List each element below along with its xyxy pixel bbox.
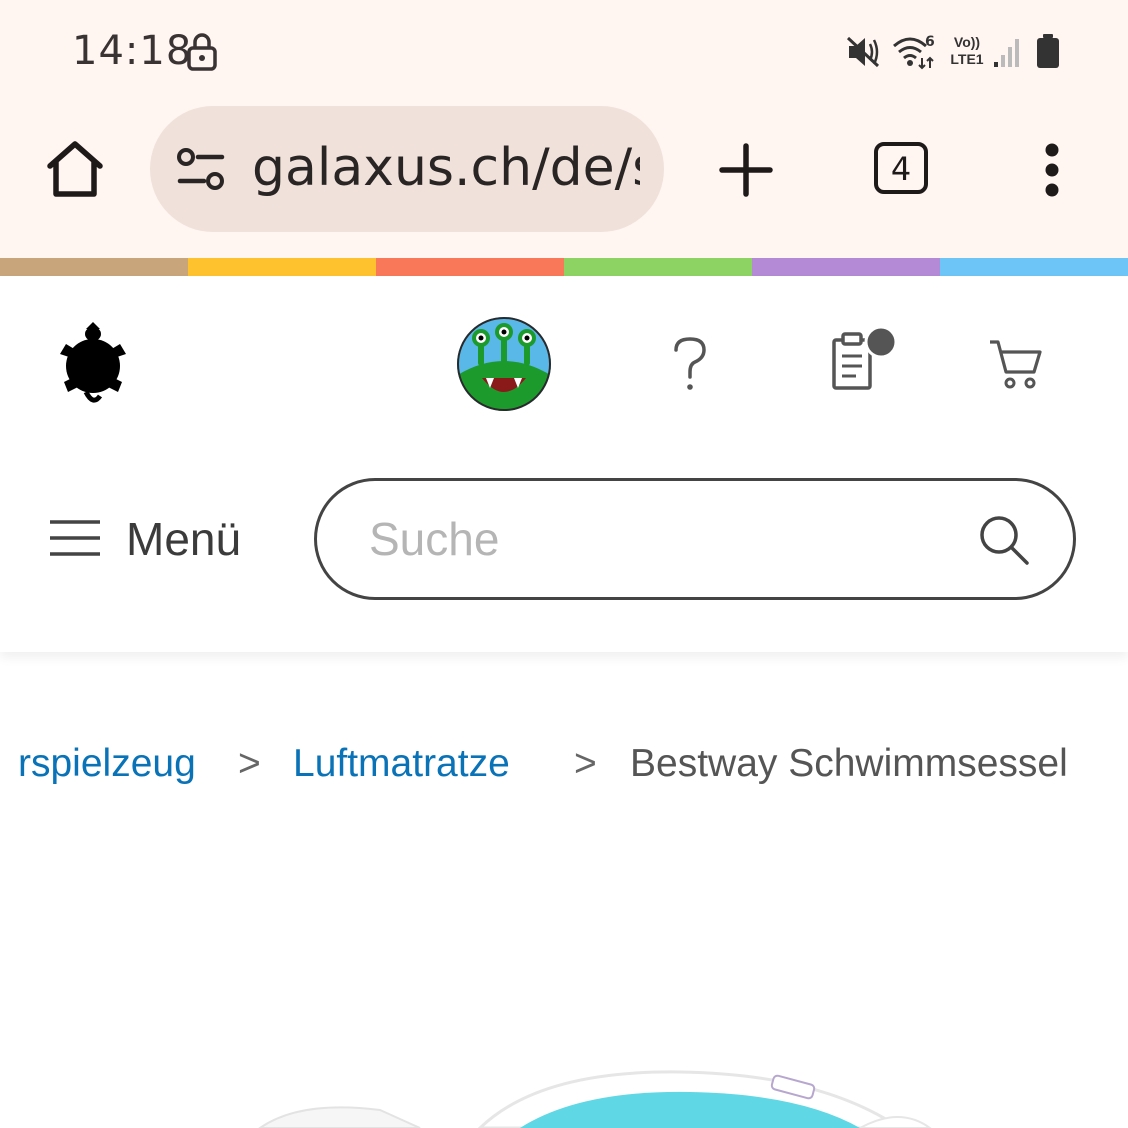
clipboard-icon[interactable] bbox=[830, 326, 900, 392]
monster-avatar-icon[interactable] bbox=[456, 316, 552, 412]
color-strip bbox=[0, 258, 1128, 276]
strip-segment bbox=[940, 258, 1128, 276]
status-time: 14:18 bbox=[72, 28, 193, 74]
breadcrumb-item-current: Bestway Schwimmsessel bbox=[630, 742, 1068, 785]
search-input[interactable] bbox=[369, 507, 929, 571]
lock-icon bbox=[187, 33, 217, 71]
breadcrumb-item-category[interactable]: rspielzeug bbox=[18, 738, 196, 790]
new-tab-icon[interactable] bbox=[718, 142, 774, 198]
breadcrumb-separator: > bbox=[574, 742, 597, 785]
volte-label: Vo)) bbox=[953, 34, 981, 50]
wifi-6-icon: 6 bbox=[893, 34, 935, 70]
home-icon[interactable] bbox=[44, 138, 106, 200]
product-image[interactable] bbox=[0, 1040, 1128, 1128]
svg-text:6: 6 bbox=[925, 34, 935, 50]
breadcrumb-separator: > bbox=[238, 742, 261, 785]
lte-label: LTE1 bbox=[950, 51, 984, 67]
strip-segment bbox=[564, 258, 752, 276]
more-menu-icon[interactable] bbox=[1040, 140, 1064, 200]
search-bar[interactable] bbox=[314, 478, 1076, 600]
help-icon[interactable] bbox=[670, 336, 710, 392]
battery-icon bbox=[1037, 34, 1059, 68]
search-icon[interactable] bbox=[977, 513, 1033, 569]
site-settings-icon[interactable] bbox=[176, 148, 226, 192]
breadcrumb: rspielzeug > Luftmatratze > Bestway Schw… bbox=[0, 738, 1128, 798]
hamburger-menu-icon[interactable] bbox=[48, 518, 104, 560]
strip-segment bbox=[752, 258, 940, 276]
url-text[interactable]: galaxus.ch/de/s5/ bbox=[252, 138, 640, 198]
mute-icon bbox=[846, 36, 880, 68]
volte-lte1-icon: Vo)) LTE1 bbox=[946, 34, 988, 70]
breadcrumb-item-luftmatratze[interactable]: Luftmatratze bbox=[293, 738, 510, 790]
strip-segment bbox=[0, 258, 188, 276]
turtle-logo-icon[interactable] bbox=[56, 320, 130, 406]
strip-segment bbox=[376, 258, 564, 276]
signal-icon bbox=[994, 39, 1019, 67]
tabs-button[interactable]: 4 bbox=[874, 142, 928, 194]
cart-icon[interactable] bbox=[988, 338, 1048, 390]
menu-button[interactable]: Menü bbox=[126, 512, 241, 566]
notification-dot bbox=[864, 326, 898, 359]
strip-segment bbox=[188, 258, 376, 276]
